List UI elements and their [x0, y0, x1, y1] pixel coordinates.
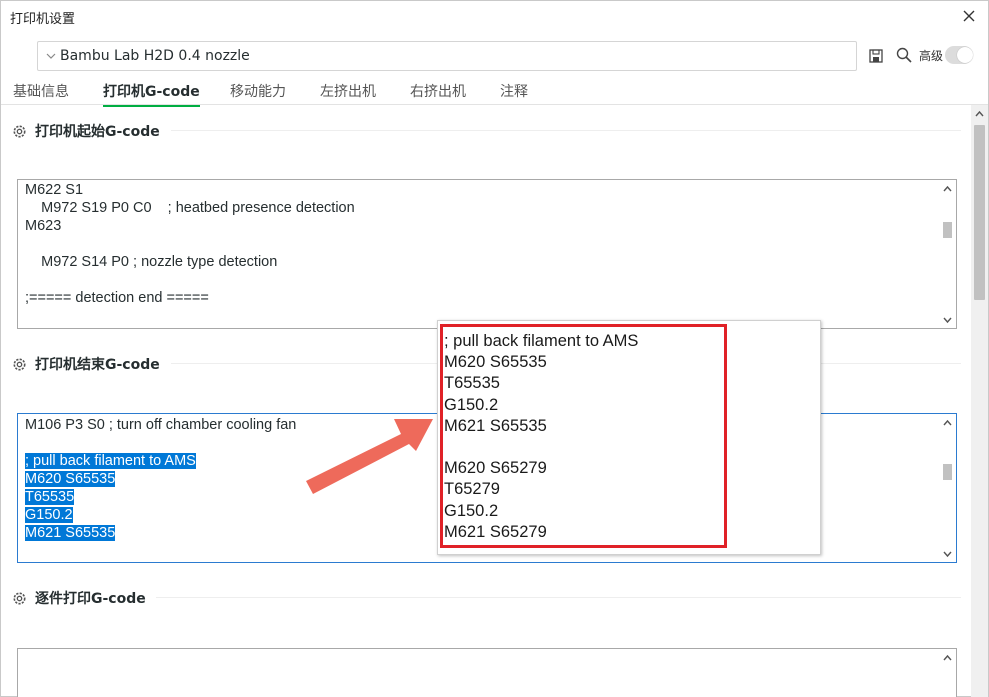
- scroll-thumb[interactable]: [943, 464, 952, 480]
- selected-code: M620 S65535: [25, 471, 116, 487]
- code-line: M972 S14 P0 ; nozzle type detection: [25, 254, 278, 270]
- change-gcode-editor[interactable]: [17, 648, 957, 697]
- callout-line: G150.2: [444, 395, 499, 414]
- code-line: M623: [25, 218, 62, 234]
- gear-icon: [13, 125, 26, 138]
- code-line: ;===== detection end =====: [25, 290, 209, 306]
- tab-right-extruder[interactable]: 右挤出机: [410, 81, 466, 101]
- scroll-up-icon[interactable]: [942, 184, 953, 194]
- callout-line: M621 S65279: [444, 522, 547, 541]
- scroll-down-icon[interactable]: [942, 315, 953, 325]
- scroll-up-icon[interactable]: [974, 109, 985, 119]
- advanced-label: 高级: [919, 49, 944, 63]
- tab-motion-ability[interactable]: 移动能力: [230, 81, 286, 101]
- section-divider: [156, 597, 961, 598]
- printer-settings-window: 打印机设置 Bambu Lab H2D 0.4 nozzle 高级 基础信息 打…: [0, 0, 989, 697]
- gear-icon: [13, 592, 26, 605]
- section-title: 打印机结束G-code: [35, 357, 160, 373]
- advanced-toggle[interactable]: [945, 46, 973, 64]
- tab-notes[interactable]: 注释: [500, 81, 528, 101]
- start-gcode-editor[interactable]: M622 S1 M972 S19 P0 C0 ; heatbed presenc…: [17, 179, 957, 329]
- preset-name: Bambu Lab H2D 0.4 nozzle: [60, 48, 250, 64]
- editor-scrollbar[interactable]: [939, 414, 956, 562]
- scroll-down-icon[interactable]: [942, 549, 953, 559]
- zoom-callout: ; pull back filament to AMS M620 S65535 …: [437, 320, 821, 555]
- editor-scrollbar[interactable]: [939, 180, 956, 328]
- scroll-up-icon[interactable]: [942, 418, 953, 428]
- window-title: 打印机设置: [10, 12, 76, 27]
- selected-code: M621 S65535: [25, 525, 116, 541]
- scroll-thumb[interactable]: [943, 222, 952, 238]
- editor-scrollbar[interactable]: [939, 649, 956, 697]
- close-icon[interactable]: [958, 5, 980, 27]
- selected-code: ; pull back filament to AMS: [25, 453, 196, 469]
- gear-icon: [13, 358, 26, 371]
- callout-line: G150.2: [444, 501, 499, 520]
- search-icon[interactable]: [895, 46, 913, 64]
- tab-left-extruder[interactable]: 左挤出机: [320, 81, 376, 101]
- code-line: M972 S19 P0 C0 ; heatbed presence detect…: [25, 200, 355, 216]
- callout-line: M621 S65535: [444, 416, 547, 435]
- chevron-down-icon: [46, 53, 56, 59]
- tab-basic-info[interactable]: 基础信息: [13, 81, 69, 101]
- callout-line: [444, 437, 638, 458]
- code-line: M622 S1: [25, 182, 84, 198]
- callout-line: T65535: [444, 374, 500, 393]
- page-scrollbar[interactable]: [971, 105, 988, 697]
- section-title: 逐件打印G-code: [35, 591, 146, 607]
- selected-code: T65535: [25, 489, 75, 505]
- section-divider: [171, 130, 961, 131]
- callout-line: T65279: [444, 480, 500, 499]
- callout-line: M620 S65535: [444, 353, 547, 372]
- code-lines: M622 S1 M972 S19 P0 C0 ; heatbed presenc…: [25, 181, 935, 307]
- scroll-up-icon[interactable]: [942, 653, 953, 663]
- selected-code: G150.2: [25, 507, 73, 523]
- settings-tabs: 基础信息 打印机G-code 移动能力 左挤出机 右挤出机 注释: [1, 79, 988, 107]
- title-bar: 打印机设置: [1, 1, 988, 33]
- toggle-knob: [957, 47, 973, 63]
- callout-line: ; pull back filament to AMS: [444, 332, 639, 350]
- callout-line: M620 S65279: [444, 459, 547, 478]
- preset-dropdown[interactable]: Bambu Lab H2D 0.4 nozzle: [37, 41, 857, 71]
- section-title: 打印机起始G-code: [35, 124, 160, 140]
- save-icon[interactable]: [867, 47, 885, 65]
- callout-lines: ; pull back filament to AMS M620 S65535 …: [444, 331, 638, 543]
- scroll-thumb[interactable]: [974, 125, 985, 300]
- tab-printer-gcode[interactable]: 打印机G-code: [103, 81, 200, 107]
